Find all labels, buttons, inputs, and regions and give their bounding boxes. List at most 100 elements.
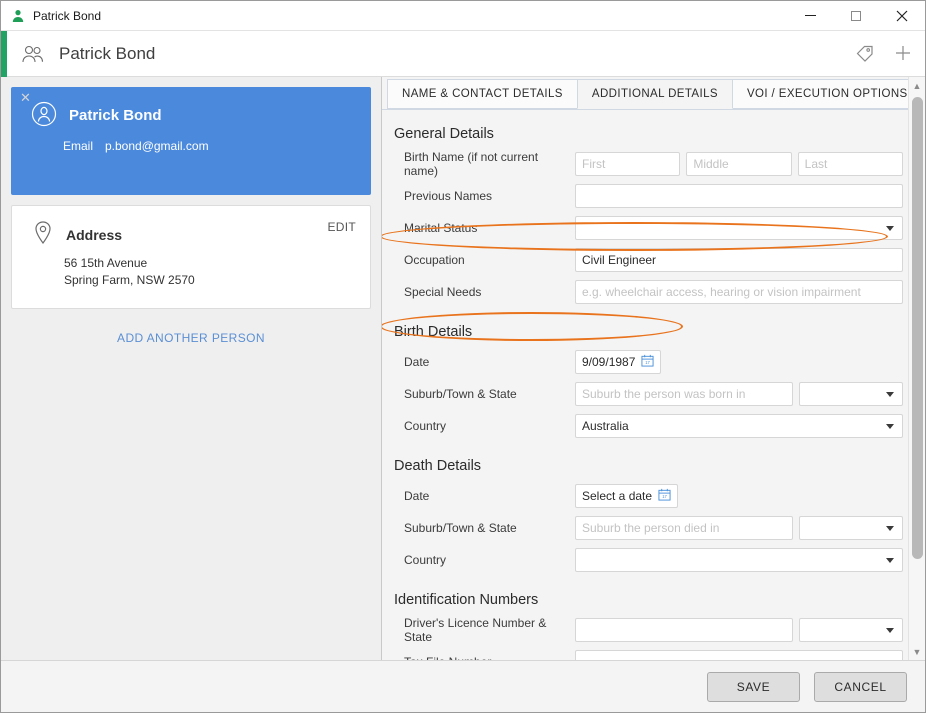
special-needs-input[interactable]: e.g. wheelchair access, hearing or visio… <box>575 280 903 304</box>
previous-names-input[interactable] <box>575 184 903 208</box>
occupation-input[interactable]: Civil Engineer <box>575 248 903 272</box>
scroll-down-icon[interactable]: ▼ <box>909 643 925 660</box>
chevron-down-icon <box>886 627 894 633</box>
form-scroll-area: General Details Birth Name (if not curre… <box>382 110 925 660</box>
field-row-previous-names: Previous Names <box>394 182 903 210</box>
application-window: Patrick Bond Patrick Bond ✕ Patrick Bond… <box>0 0 926 713</box>
marital-status-select[interactable] <box>575 216 903 240</box>
minimize-button[interactable] <box>787 1 833 30</box>
person-icon <box>11 9 25 23</box>
scroll-up-icon[interactable]: ▲ <box>909 77 925 94</box>
address-title: Address <box>66 226 123 243</box>
calendar-icon[interactable]: 17 <box>658 488 671 504</box>
address-card[interactable]: Address EDIT 56 15th Avenue Spring Farm,… <box>11 205 371 309</box>
tab-bar: NAME & CONTACT DETAILS ADDITIONAL DETAIL… <box>382 77 925 110</box>
birth-suburb-input[interactable]: Suburb the person was born in <box>575 382 793 406</box>
field-row-special-needs: Special Needs e.g. wheelchair access, he… <box>394 278 903 306</box>
cancel-button[interactable]: CANCEL <box>814 671 907 702</box>
email-value: p.bond@gmail.com <box>105 139 209 153</box>
chevron-down-icon <box>886 391 894 397</box>
birth-country-select[interactable]: Australia <box>575 414 903 438</box>
death-date-value: Select a date <box>582 489 653 503</box>
birth-name-label: Birth Name (if not current name) <box>404 150 539 178</box>
chevron-down-icon <box>886 525 894 531</box>
death-suburb-label: Suburb/Town & State <box>404 521 517 535</box>
chevron-down-icon <box>886 557 894 563</box>
address-edit-link[interactable]: EDIT <box>327 220 356 234</box>
previous-names-label: Previous Names <box>404 189 493 203</box>
birth-state-select[interactable] <box>799 382 903 406</box>
page-title: Patrick Bond <box>59 43 156 63</box>
death-country-label: Country <box>404 553 447 567</box>
window-title: Patrick Bond <box>33 8 102 23</box>
tax-file-number-input[interactable] <box>575 650 903 660</box>
tab-name-contact-details[interactable]: NAME & CONTACT DETAILS <box>387 79 578 109</box>
scrollbar-thumb[interactable] <box>912 97 923 559</box>
field-row-birth-name: Birth Name (if not current name) First M… <box>394 150 903 178</box>
map-pin-icon <box>32 220 54 249</box>
avatar-circle-icon <box>31 101 57 130</box>
tab-additional-details[interactable]: ADDITIONAL DETAILS <box>576 79 733 109</box>
content-panel: NAME & CONTACT DETAILS ADDITIONAL DETAIL… <box>382 77 925 660</box>
title-bar: Patrick Bond <box>1 1 925 31</box>
birth-name-first-input[interactable]: First <box>575 152 681 176</box>
svg-text:17: 17 <box>646 360 651 365</box>
field-row-marital-status: Marital Status <box>394 214 903 242</box>
body: ✕ Patrick Bond Email p.bond@gmail.com Ad… <box>1 77 925 660</box>
tax-file-number-label: Tax File Number <box>394 655 575 660</box>
birth-country-value: Australia <box>582 419 629 433</box>
save-button[interactable]: SAVE <box>707 671 800 702</box>
page-header: Patrick Bond <box>1 30 925 77</box>
section-general-details: General Details <box>394 126 494 142</box>
svg-text:17: 17 <box>662 494 667 499</box>
sidebar: ✕ Patrick Bond Email p.bond@gmail.com Ad… <box>1 77 382 660</box>
field-row-birth-date: Date 9/09/1987 17 <box>394 348 903 376</box>
birth-date-input[interactable]: 9/09/1987 17 <box>575 350 662 374</box>
add-another-person-link[interactable]: ADD ANOTHER PERSON <box>11 331 371 345</box>
birth-name-middle-input[interactable]: Middle <box>686 152 792 176</box>
field-row-birth-suburb: Suburb/Town & State Suburb the person wa… <box>394 380 903 408</box>
death-date-input[interactable]: Select a date 17 <box>575 484 679 508</box>
close-icon <box>896 10 908 21</box>
footer-bar: SAVE CANCEL <box>1 660 925 712</box>
address-line-1: 56 15th Avenue <box>64 256 148 270</box>
field-row-drivers-licence: Driver's Licence Number & State <box>394 616 903 644</box>
vertical-scrollbar[interactable]: ▲ ▼ <box>908 77 925 660</box>
tag-icon[interactable] <box>855 43 875 66</box>
field-row-death-date: Date Select a date 17 <box>394 482 903 510</box>
death-country-select[interactable] <box>575 548 903 572</box>
chevron-down-icon <box>886 225 894 231</box>
tab-voi-execution-options[interactable]: VOI / EXECUTION OPTIONS <box>731 79 923 109</box>
person-card[interactable]: ✕ Patrick Bond Email p.bond@gmail.com <box>11 87 371 195</box>
email-label: Email <box>63 139 94 153</box>
birth-country-label: Country <box>404 419 447 433</box>
chevron-down-icon <box>886 423 894 429</box>
birth-date-label: Date <box>404 355 430 369</box>
maximize-button[interactable] <box>833 1 879 30</box>
section-birth-details: Birth Details <box>394 324 473 340</box>
occupation-label: Occupation <box>404 253 465 267</box>
death-suburb-input[interactable]: Suburb the person died in <box>575 516 793 540</box>
field-row-tax-file-number: Tax File Number <box>394 648 903 660</box>
death-state-select[interactable] <box>799 516 903 540</box>
header-actions <box>855 31 913 77</box>
birth-suburb-label: Suburb/Town & State <box>404 387 517 401</box>
field-row-occupation: Occupation Civil Engineer <box>394 246 903 274</box>
accent-strip <box>1 30 7 77</box>
section-death-details: Death Details <box>394 458 482 474</box>
calendar-icon[interactable]: 17 <box>641 354 654 370</box>
drivers-licence-state-select[interactable] <box>799 618 903 642</box>
death-date-label: Date <box>404 489 430 503</box>
special-needs-label: Special Needs <box>404 285 482 299</box>
minimize-icon <box>804 15 816 16</box>
plus-icon[interactable] <box>893 43 913 66</box>
field-row-death-country: Country <box>394 546 903 574</box>
close-small-icon[interactable]: ✕ <box>20 91 31 104</box>
people-icon <box>21 44 45 64</box>
close-button[interactable] <box>879 1 925 30</box>
address-line-2: Spring Farm, NSW 2570 <box>64 273 195 287</box>
birth-name-last-input[interactable]: Last <box>797 152 903 176</box>
drivers-licence-input[interactable] <box>575 618 793 642</box>
section-identification-numbers: Identification Numbers <box>394 592 539 608</box>
maximize-icon <box>851 10 861 21</box>
